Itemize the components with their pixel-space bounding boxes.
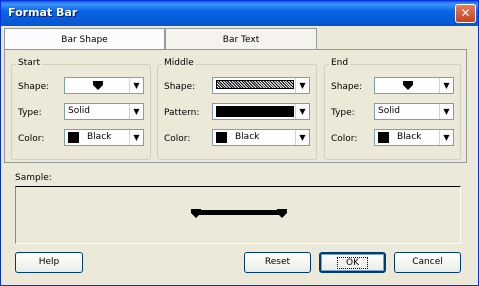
middle-pattern-label: Pattern: [164,108,200,118]
ok-button-label: OK [337,257,368,269]
chevron-down-icon: ▼ [295,78,309,93]
ok-button[interactable]: OK [319,252,386,273]
end-color-select[interactable]: Black ▼ [374,129,454,146]
bar-shape-triangle-icon [403,81,413,90]
sample-preview [15,186,461,244]
middle-shape-preview [216,80,294,89]
end-type-select[interactable]: Solid ▼ [374,103,454,120]
middle-shape-select[interactable]: ▼ [212,77,310,94]
sample-label: Sample: [15,173,52,183]
cancel-button-label: Cancel [412,257,443,267]
chevron-down-icon: ▼ [439,104,453,119]
color-swatch [68,132,79,143]
tab-bar-shape-label: Bar Shape [61,35,108,45]
help-button-label: Help [38,257,60,267]
reset-button[interactable]: Reset [244,252,311,273]
middle-shape-label: Shape: [164,82,196,92]
tab-bar-text[interactable]: Bar Text [165,28,317,50]
reset-button-label: Reset [264,257,291,267]
start-type-label: Type: [18,108,42,118]
close-button[interactable]: ✕ [455,4,476,23]
end-group-label: End [329,58,351,68]
start-color-select[interactable]: Black ▼ [64,129,144,146]
end-shape-label: Shape: [331,82,363,92]
close-icon: ✕ [460,6,471,20]
middle-group-label: Middle [162,58,196,68]
end-color-value: Black [397,132,422,142]
color-swatch [216,132,227,143]
start-type-select[interactable]: Solid ▼ [64,103,144,120]
start-type-value: Solid [68,106,90,116]
tab-bar-shape[interactable]: Bar Shape [4,28,165,50]
chevron-down-icon: ▼ [439,78,453,93]
chevron-down-icon: ▼ [129,78,143,93]
chevron-down-icon: ▼ [129,104,143,119]
end-type-value: Solid [378,106,400,116]
start-shape-select[interactable]: ▼ [64,77,144,94]
middle-pattern-preview [216,106,294,117]
chevron-down-icon: ▼ [295,130,309,145]
start-color-value: Black [87,132,112,142]
tab-bar-text-label: Bar Text [222,35,260,45]
chevron-down-icon: ▼ [295,104,309,119]
start-color-label: Color: [18,134,45,144]
middle-color-select[interactable]: Black ▼ [212,129,310,146]
title-bar: Format Bar ✕ [1,1,478,26]
middle-color-label: Color: [164,134,191,144]
start-shape-label: Shape: [18,82,50,92]
cancel-button[interactable]: Cancel [394,252,461,273]
end-type-label: Type: [331,108,355,118]
color-swatch [378,132,389,143]
window-title: Format Bar [8,6,78,19]
format-bar-dialog: Format Bar ✕ Bar Shape Bar Text Start Sh… [0,0,479,286]
sample-bar [191,209,287,218]
end-color-label: Color: [331,134,358,144]
bar-shape-triangle-icon [93,81,103,90]
end-shape-select[interactable]: ▼ [374,77,454,94]
chevron-down-icon: ▼ [129,130,143,145]
start-group-label: Start [16,58,42,68]
chevron-down-icon: ▼ [439,130,453,145]
middle-pattern-select[interactable]: ▼ [212,103,310,120]
help-button[interactable]: Help [15,252,83,273]
middle-color-value: Black [235,132,260,142]
